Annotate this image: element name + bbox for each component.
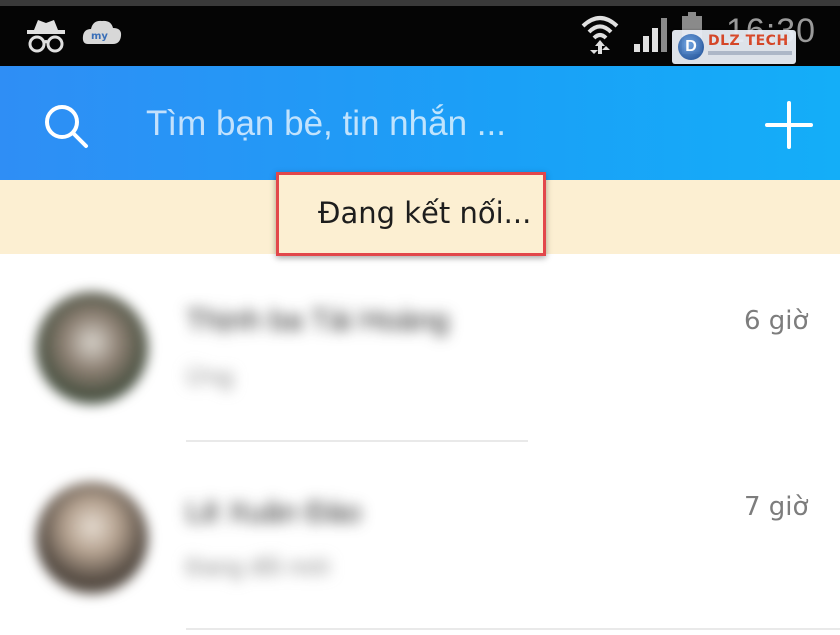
- add-icon[interactable]: [764, 100, 814, 150]
- connection-status-text: Đang kết nối...: [318, 196, 532, 230]
- chat-list-item[interactable]: Thịnh ba Tài Hoàng Ừng 6 giờ: [0, 256, 840, 442]
- dlz-tech-watermark: D DLZ TECH: [672, 30, 796, 64]
- chat-name: Lê Xuân Đào: [186, 496, 362, 529]
- wifi-icon: [581, 16, 619, 54]
- chat-time: 6 giờ: [744, 306, 809, 336]
- chat-divider: [186, 628, 840, 630]
- watermark-tagline-bar: [708, 51, 792, 55]
- chat-name: Thịnh ba Tài Hoàng: [186, 304, 449, 337]
- chat-list-item[interactable]: Lê Xuân Đào Đang đổi mới 7 giờ: [0, 442, 840, 630]
- search-icon[interactable]: [42, 102, 90, 150]
- status-bar: my 16:30 D DLZ TECH: [0, 0, 840, 66]
- chat-preview: Đang đổi mới: [186, 554, 330, 581]
- watermark-brand: DLZ TECH: [708, 33, 789, 49]
- chat-preview: Ừng: [186, 364, 234, 391]
- avatar: [36, 292, 148, 404]
- signal-icon: [634, 18, 667, 52]
- avatar: [36, 482, 148, 594]
- svg-text:my: my: [91, 31, 108, 42]
- incognito-icon: [27, 20, 65, 53]
- watermark-logo: D: [678, 34, 704, 60]
- search-header: [0, 66, 840, 180]
- status-bar-edge: [0, 0, 840, 6]
- chat-time: 7 giờ: [744, 492, 809, 522]
- my-cloud-icon: my: [82, 20, 122, 44]
- search-input[interactable]: [128, 96, 688, 152]
